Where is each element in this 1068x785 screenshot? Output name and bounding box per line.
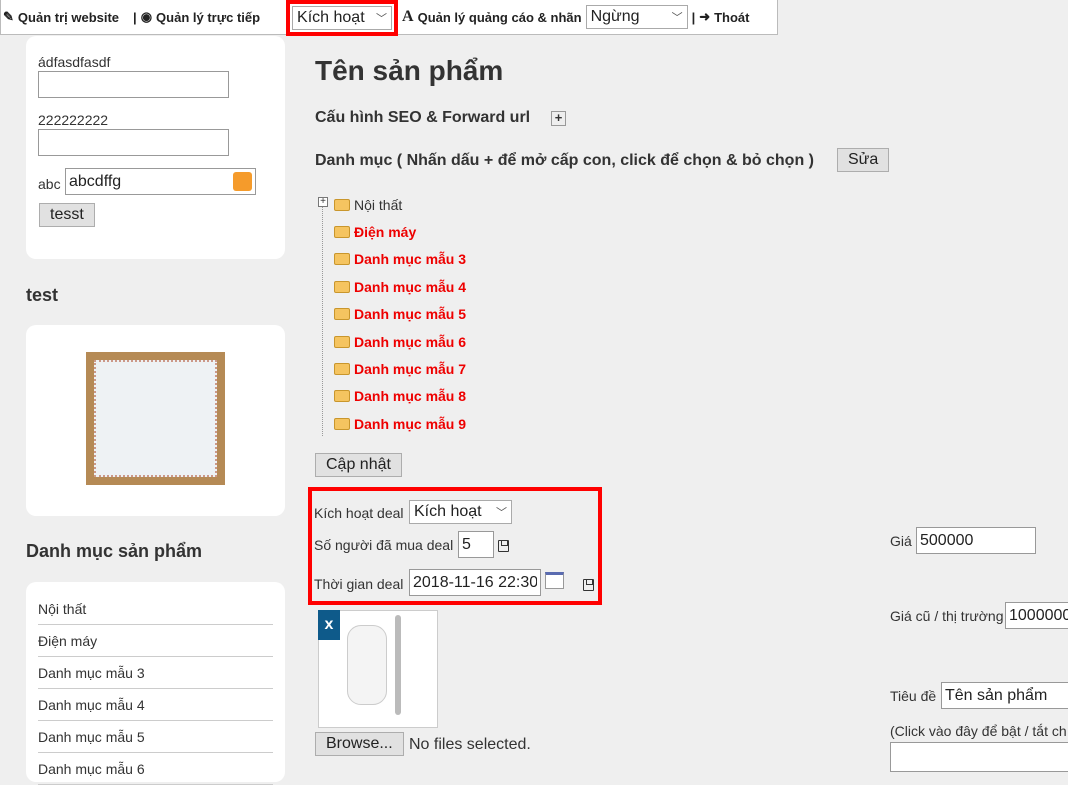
- editor-toggle-link[interactable]: (Click vào đây để bật / tắt ch: [890, 723, 1067, 739]
- page-title: Tên sản phẩm: [315, 55, 504, 86]
- edit-category-button[interactable]: Sửa: [837, 148, 890, 172]
- description-textarea[interactable]: [890, 742, 1068, 772]
- deal-buyers-label: Số người đã mua deal: [314, 537, 454, 553]
- tree-item[interactable]: Danh mục mẫu 5: [334, 306, 466, 322]
- folder-icon: [334, 199, 350, 211]
- live-status-select[interactable]: Kích hoạt ﹀: [292, 6, 393, 30]
- save-icon[interactable]: [498, 540, 509, 552]
- category-heading: Danh mục sản phẩm: [26, 541, 203, 561]
- seo-heading: Cấu hình SEO & Forward url: [315, 109, 531, 126]
- logout-icon: ➜: [699, 9, 711, 24]
- file-status: No files selected.: [409, 736, 531, 753]
- deal-time-label: Thời gian deal: [314, 576, 404, 592]
- tree-line: [322, 204, 323, 436]
- logout-link[interactable]: Thoát: [714, 10, 749, 25]
- save-icon[interactable]: [582, 579, 594, 591]
- folder-open-icon: [334, 336, 350, 348]
- old-price-input[interactable]: [1005, 602, 1068, 629]
- category-item[interactable]: Nội thất: [38, 593, 273, 625]
- category-item[interactable]: Danh mục mẫu 5: [38, 721, 273, 753]
- title-label: Tiêu đề: [890, 688, 937, 704]
- test-button[interactable]: tesst: [39, 203, 95, 227]
- tree-item[interactable]: Danh mục mẫu 6: [334, 334, 466, 350]
- deal-time-input[interactable]: [409, 569, 541, 596]
- update-button[interactable]: Cập nhật: [315, 453, 402, 477]
- browse-button[interactable]: Browse...: [315, 732, 404, 756]
- folder-open-icon: [334, 281, 350, 293]
- tree-item[interactable]: Danh mục mẫu 4: [334, 279, 466, 295]
- field-2-input[interactable]: [38, 129, 229, 156]
- field-label: ádfasdfasdf: [38, 54, 111, 70]
- ads-status-select[interactable]: Ngừng ﹀: [585, 5, 688, 29]
- tree-item[interactable]: Nội thất: [334, 197, 402, 213]
- title-input[interactable]: [941, 682, 1068, 709]
- remove-image-button[interactable]: x: [318, 610, 340, 640]
- expand-icon[interactable]: +: [551, 111, 566, 126]
- live-manage-link[interactable]: Quản lý trực tiếp: [156, 10, 282, 25]
- date-input[interactable]: [65, 168, 256, 195]
- eye-icon: ◉: [140, 9, 153, 24]
- field-label: 222222222: [38, 112, 109, 128]
- edit-icon: ✎: [3, 9, 14, 24]
- font-icon: A: [402, 8, 414, 25]
- deal-buyers-input[interactable]: [458, 531, 494, 558]
- tree-expand-icon[interactable]: +: [318, 197, 328, 207]
- ads-manage-link[interactable]: Quản lý quảng cáo & nhãn: [418, 10, 582, 25]
- category-item[interactable]: Điện máy: [38, 625, 273, 657]
- tree-item[interactable]: Điện máy: [334, 224, 416, 240]
- category-tree-heading: Danh mục ( Nhấn dấu + để mở cấp con, cli…: [315, 152, 814, 169]
- tree-item[interactable]: Danh mục mẫu 8: [334, 388, 466, 404]
- folder-open-icon: [334, 308, 350, 320]
- price-input[interactable]: [916, 527, 1036, 554]
- folder-open-icon: [334, 253, 350, 265]
- sidebar-heading: test: [26, 285, 59, 305]
- old-price-label: Giá cũ / thị trường: [890, 608, 1004, 624]
- folder-open-icon: [334, 418, 350, 430]
- folder-open-icon: [334, 390, 350, 402]
- certificate-image: [86, 352, 225, 485]
- field-1-input[interactable]: [38, 71, 229, 98]
- deal-active-label: Kích hoạt deal: [314, 505, 404, 521]
- tree-item[interactable]: Danh mục mẫu 3: [334, 251, 466, 267]
- folder-open-icon: [334, 226, 350, 238]
- category-item[interactable]: Danh mục mẫu 6: [38, 753, 273, 785]
- admin-link[interactable]: Quản trị website: [18, 10, 119, 25]
- folder-open-icon: [334, 363, 350, 375]
- calendar-icon[interactable]: [233, 172, 252, 191]
- admin-toolbar: ✎ Quản trị website | ◉ Quản lý trực tiếp …: [0, 0, 778, 36]
- price-label: Giá: [890, 533, 912, 549]
- deal-active-select[interactable]: Kích hoạt ﹀: [409, 500, 512, 524]
- category-item[interactable]: Danh mục mẫu 3: [38, 657, 273, 689]
- field-label: abc: [38, 176, 61, 192]
- tree-item[interactable]: Danh mục mẫu 7: [334, 361, 466, 377]
- tree-item[interactable]: Danh mục mẫu 9: [334, 416, 466, 432]
- category-item[interactable]: Danh mục mẫu 4: [38, 689, 273, 721]
- calendar-icon[interactable]: [545, 572, 564, 589]
